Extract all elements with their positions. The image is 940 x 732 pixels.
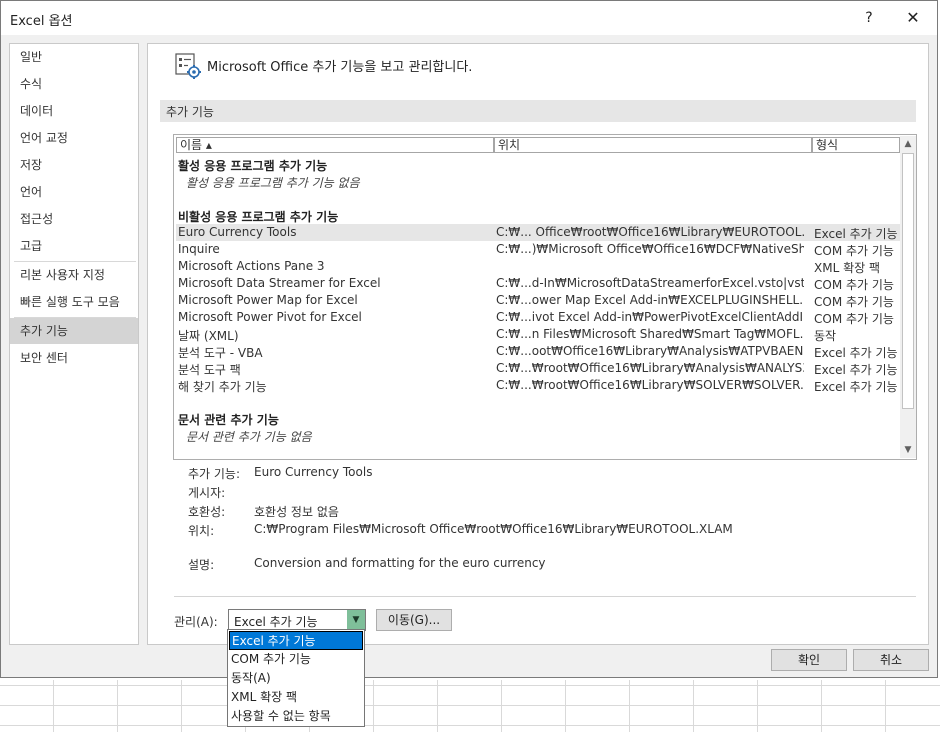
panel-heading: Microsoft Office 추가 기능을 보고 관리합니다. bbox=[207, 60, 473, 75]
addin-name: 분석 도구 팩 bbox=[178, 363, 241, 377]
table-row[interactable]: 날짜 (XML) C:₩...n Files₩Microsoft Shared₩… bbox=[176, 326, 900, 343]
table-row[interactable]: Microsoft Power Pivot for Excel C:₩...iv… bbox=[176, 309, 900, 326]
nav-item-addins[interactable]: 추가 기능 bbox=[10, 318, 138, 344]
section-title: 추가 기능 bbox=[166, 105, 214, 119]
addin-name: Microsoft Data Streamer for Excel bbox=[178, 276, 381, 290]
title-bar: Excel 옵션 ? ✕ bbox=[1, 1, 937, 35]
addin-type: COM 추가 기능 bbox=[814, 295, 894, 309]
addin-name: Microsoft Power Pivot for Excel bbox=[178, 310, 362, 324]
column-header-name[interactable]: 이름 ▴ bbox=[176, 137, 494, 153]
detail-publisher-label: 게시자: bbox=[188, 486, 226, 500]
help-button[interactable]: ? bbox=[859, 7, 879, 29]
addin-type: Excel 추가 기능 bbox=[814, 380, 898, 394]
go-button[interactable]: 이동(G)... bbox=[376, 609, 452, 631]
dropdown-option[interactable]: XML 확장 팩 bbox=[229, 688, 363, 707]
nav-item-quick-access-toolbar[interactable]: 빠른 실행 도구 모음 bbox=[10, 289, 138, 315]
scroll-thumb[interactable] bbox=[902, 153, 914, 409]
nav-item-accessibility[interactable]: 접근성 bbox=[10, 206, 138, 232]
nav-item-advanced[interactable]: 고급 bbox=[10, 233, 138, 259]
addin-location: C:₩...ivot Excel Add-in₩PowerPivotExcelC… bbox=[496, 310, 804, 324]
addin-location: C:₩...₩root₩Office16₩Library₩Analysis₩AN… bbox=[496, 361, 804, 375]
dialog-title: Excel 옵션 bbox=[10, 14, 73, 29]
nav-item-proofing[interactable]: 언어 교정 bbox=[10, 125, 138, 151]
ok-button[interactable]: 확인 bbox=[771, 649, 847, 671]
detail-compat-label: 호환성: bbox=[188, 505, 226, 519]
table-row[interactable]: Euro Currency Tools C:₩... Office₩root₩O… bbox=[176, 224, 900, 241]
dropdown-option[interactable]: 동작(A) bbox=[229, 669, 363, 688]
detail-desc-value: Conversion and formatting for the euro c… bbox=[254, 556, 546, 570]
detail-location-value: C:₩Program Files₩Microsoft Office₩root₩O… bbox=[254, 522, 733, 536]
dropdown-option[interactable]: COM 추가 기능 bbox=[229, 650, 363, 669]
table-row[interactable]: 해 찾기 추가 기능 C:₩...₩root₩Office16₩Library₩… bbox=[176, 377, 900, 394]
addin-type: COM 추가 기능 bbox=[814, 312, 894, 326]
detail-location-label: 위치: bbox=[188, 524, 215, 538]
addin-location: C:₩... Office₩root₩Office16₩Library₩EURO… bbox=[496, 225, 804, 239]
group-document-empty: 문서 관련 추가 기능 없음 bbox=[186, 430, 312, 444]
addin-name: 해 찾기 추가 기능 bbox=[178, 380, 267, 394]
addin-name: Euro Currency Tools bbox=[178, 225, 297, 239]
addin-name: Microsoft Power Map for Excel bbox=[178, 293, 358, 307]
dropdown-option[interactable]: 사용할 수 없는 항목 bbox=[229, 707, 363, 726]
close-button[interactable]: ✕ bbox=[899, 7, 927, 29]
addin-location: C:₩...oot₩Office16₩Library₩Analysis₩ATPV… bbox=[496, 344, 804, 358]
worksheet-grid-background bbox=[0, 680, 940, 732]
column-header-location[interactable]: 위치 bbox=[494, 137, 812, 153]
addin-location: C:₩...₩root₩Office16₩Library₩SOLVER₩SOLV… bbox=[496, 378, 804, 392]
detail-desc-label: 설명: bbox=[188, 558, 215, 572]
addin-type: COM 추가 기능 bbox=[814, 278, 894, 292]
section-header: 추가 기능 bbox=[160, 100, 916, 122]
addin-type: 동작 bbox=[814, 329, 837, 343]
addin-type: XML 확장 팩 bbox=[814, 261, 881, 275]
addin-type: COM 추가 기능 bbox=[814, 244, 894, 258]
chevron-down-icon[interactable]: ▼ bbox=[347, 610, 365, 630]
addin-location: C:₩...d-In₩MicrosoftDataStreamerforExcel… bbox=[496, 276, 804, 290]
category-nav: 일반 수식 데이터 언어 교정 저장 언어 접근성 고급 리본 사용자 지정 빠… bbox=[9, 43, 139, 645]
addin-type: Excel 추가 기능 bbox=[814, 346, 898, 360]
group-inactive: 비활성 응용 프로그램 추가 기능 bbox=[178, 210, 339, 224]
nav-item-general[interactable]: 일반 bbox=[10, 44, 138, 70]
manage-select[interactable]: Excel 추가 기능 ▼ bbox=[228, 609, 366, 631]
table-row[interactable]: Microsoft Actions Pane 3 XML 확장 팩 bbox=[176, 258, 900, 275]
addin-location: C:₩...ower Map Excel Add-in₩EXCELPLUGINS… bbox=[496, 293, 804, 307]
addins-list[interactable]: 이름 ▴ 위치 형식 활성 응용 프로그램 추가 기능 활성 응용 프로그램 추… bbox=[173, 134, 917, 460]
group-document: 문서 관련 추가 기능 bbox=[178, 413, 279, 427]
divider bbox=[174, 596, 916, 597]
nav-item-trust-center[interactable]: 보안 센터 bbox=[10, 345, 138, 371]
table-row[interactable]: Microsoft Data Streamer for Excel C:₩...… bbox=[176, 275, 900, 292]
table-row[interactable]: Microsoft Power Map for Excel C:₩...ower… bbox=[176, 292, 900, 309]
addin-name: 날짜 (XML) bbox=[178, 329, 239, 343]
manage-dropdown-list: Excel 추가 기능 COM 추가 기능 동작(A) XML 확장 팩 사용할… bbox=[227, 629, 365, 727]
addin-gear-icon bbox=[175, 53, 201, 79]
addin-location: C:₩...)₩Microsoft Office₩Office16₩DCF₩Na… bbox=[496, 242, 804, 256]
nav-item-formulas[interactable]: 수식 bbox=[10, 71, 138, 97]
addin-location: C:₩...n Files₩Microsoft Shared₩Smart Tag… bbox=[496, 327, 804, 341]
table-row[interactable]: 분석 도구 - VBA C:₩...oot₩Office16₩Library₩A… bbox=[176, 343, 900, 360]
dropdown-option[interactable]: Excel 추가 기능 bbox=[229, 631, 363, 650]
addin-name: Microsoft Actions Pane 3 bbox=[178, 259, 325, 273]
addin-name: 분석 도구 - VBA bbox=[178, 346, 263, 360]
excel-options-dialog: Excel 옵션 ? ✕ 일반 수식 데이터 언어 교정 저장 언어 접근성 고… bbox=[0, 0, 938, 678]
table-row[interactable]: Inquire C:₩...)₩Microsoft Office₩Office1… bbox=[176, 241, 900, 258]
addin-name: Inquire bbox=[178, 242, 220, 256]
addins-panel: Microsoft Office 추가 기능을 보고 관리합니다. 추가 기능 … bbox=[147, 43, 929, 645]
nav-item-save[interactable]: 저장 bbox=[10, 152, 138, 178]
manage-select-value: Excel 추가 기능 bbox=[234, 615, 318, 629]
nav-item-customize-ribbon[interactable]: 리본 사용자 지정 bbox=[10, 262, 138, 288]
table-row[interactable]: 분석 도구 팩 C:₩...₩root₩Office16₩Library₩Ana… bbox=[176, 360, 900, 377]
column-header-type[interactable]: 형식 bbox=[812, 137, 900, 153]
group-active: 활성 응용 프로그램 추가 기능 bbox=[178, 159, 328, 173]
nav-item-language[interactable]: 언어 bbox=[10, 179, 138, 205]
scroll-down-icon[interactable]: ▼ bbox=[900, 442, 916, 458]
scroll-up-icon[interactable]: ▲ bbox=[900, 136, 916, 152]
manage-label: 관리(A): bbox=[174, 615, 218, 629]
addin-type: Excel 추가 기능 bbox=[814, 227, 898, 241]
detail-addin-label: 추가 기능: bbox=[188, 467, 241, 481]
detail-addin-value: Euro Currency Tools bbox=[254, 465, 373, 479]
cancel-button[interactable]: 취소 bbox=[853, 649, 929, 671]
nav-item-data[interactable]: 데이터 bbox=[10, 98, 138, 124]
group-active-empty: 활성 응용 프로그램 추가 기능 없음 bbox=[186, 176, 360, 190]
addin-type: Excel 추가 기능 bbox=[814, 363, 898, 377]
list-scrollbar[interactable]: ▲ ▼ bbox=[900, 136, 916, 458]
detail-compat-value: 호환성 정보 없음 bbox=[254, 505, 339, 519]
